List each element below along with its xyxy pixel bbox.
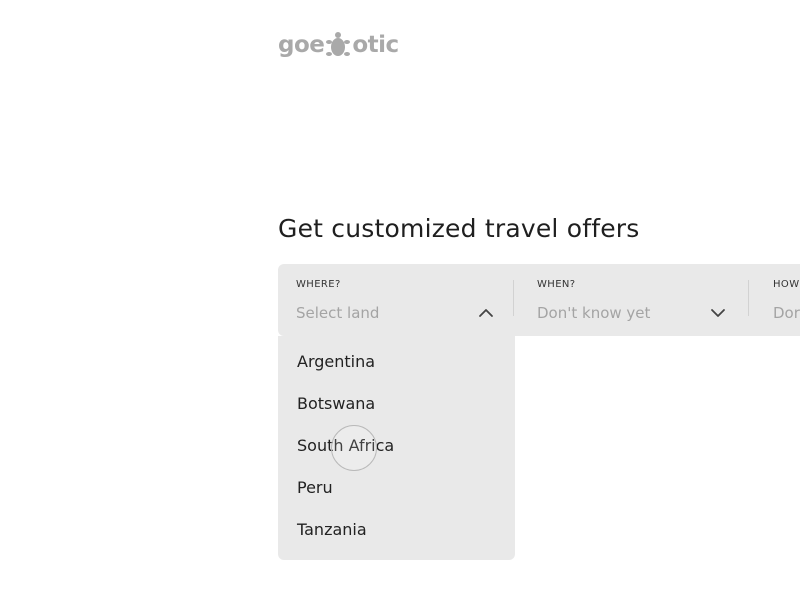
- chevron-down-icon[interactable]: [709, 304, 727, 322]
- when-label: WHEN?: [537, 279, 576, 290]
- where-select-value[interactable]: Select land: [296, 304, 379, 322]
- chevron-up-icon[interactable]: [477, 304, 495, 322]
- country-dropdown: Argentina Botswana South Africa Peru Tan…: [278, 336, 515, 560]
- dropdown-option-peru[interactable]: Peru: [297, 478, 333, 497]
- turtle-icon: [326, 32, 351, 56]
- where-label: WHERE?: [296, 279, 341, 290]
- dropdown-option-tanzania[interactable]: Tanzania: [297, 520, 367, 539]
- dropdown-option-south-africa[interactable]: South Africa: [297, 436, 394, 455]
- field-divider: [748, 280, 749, 316]
- logo-text-right: otic: [352, 31, 399, 58]
- dropdown-option-botswana[interactable]: Botswana: [297, 394, 375, 413]
- logo[interactable]: goe otic: [278, 30, 399, 60]
- field-divider: [513, 280, 514, 316]
- dropdown-option-argentina[interactable]: Argentina: [297, 352, 375, 371]
- where-field[interactable]: WHERE? Select land: [296, 264, 506, 336]
- when-select-value[interactable]: Don't know yet: [537, 304, 650, 322]
- travel-search-bar: WHERE? Select land WHEN? Don't know yet …: [278, 264, 800, 336]
- how-field[interactable]: HOW Dor: [773, 264, 800, 336]
- when-field[interactable]: WHEN? Don't know yet: [537, 264, 737, 336]
- page-headline: Get customized travel offers: [278, 214, 640, 243]
- how-label: HOW: [773, 279, 800, 290]
- logo-text-left: goe: [278, 31, 325, 58]
- how-select-value[interactable]: Dor: [773, 304, 800, 322]
- page: goe otic Get customized travel offers WH…: [0, 0, 800, 600]
